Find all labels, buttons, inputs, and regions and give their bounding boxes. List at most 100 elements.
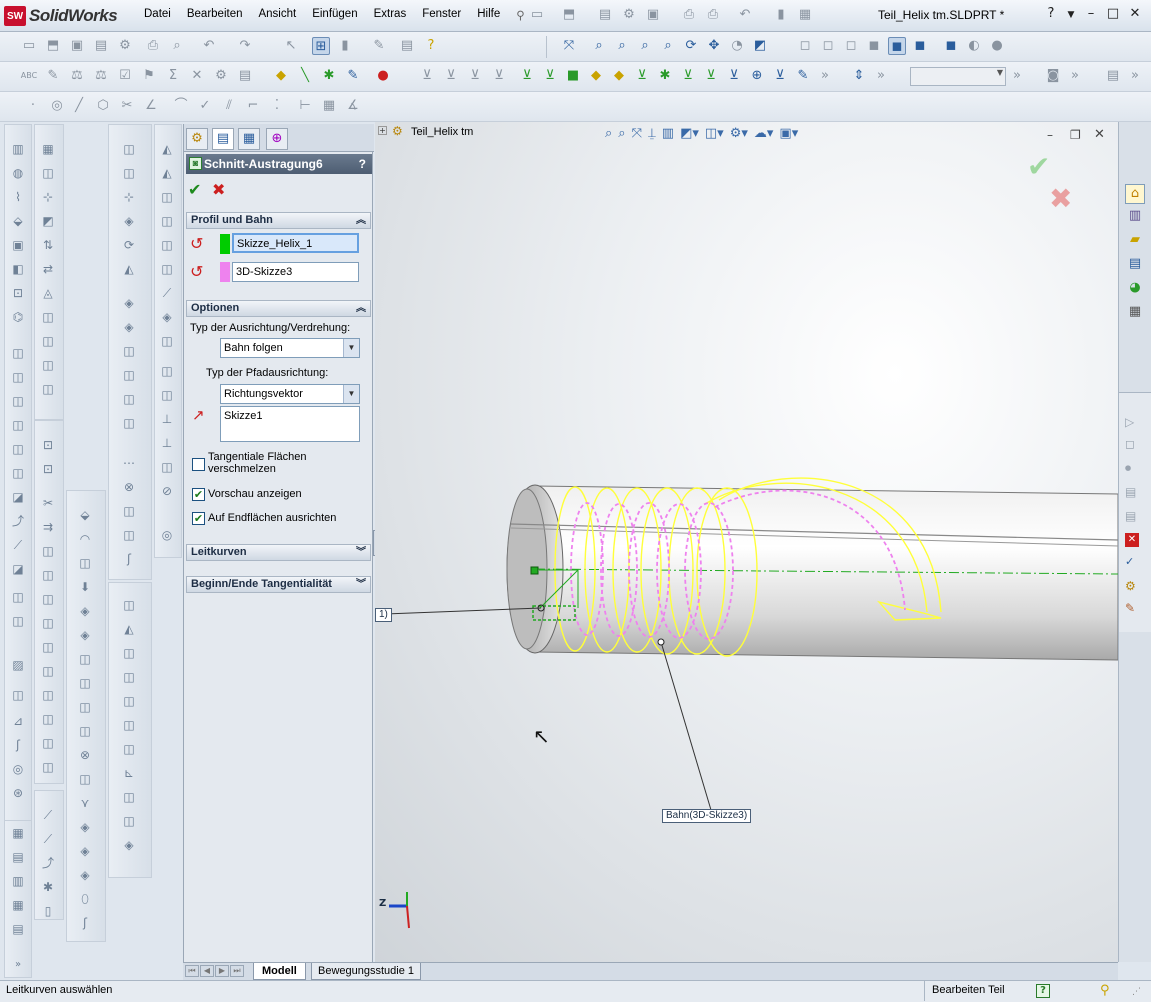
sketch-tool-23-icon[interactable]: ◫ xyxy=(38,709,58,729)
hud-hide-show-icon[interactable]: ◫▾ xyxy=(705,126,724,141)
hole-icon[interactable]: ◫ xyxy=(8,463,28,483)
mold-tool-7-icon[interactable]: ⟋ xyxy=(157,283,177,303)
mold-tool-15-icon[interactable]: ⊘ xyxy=(157,481,177,501)
angle-icon[interactable]: ∡ xyxy=(344,97,362,115)
mold-tool-12-icon[interactable]: ⊥ xyxy=(157,409,177,429)
collapse-chevron-icon[interactable]: ︽ xyxy=(356,213,366,228)
sketch-tool-9-icon[interactable]: ◫ xyxy=(38,331,58,351)
sketch-tool-8-icon[interactable]: ◫ xyxy=(38,307,58,327)
filter-surface-icon[interactable]: ⊻ xyxy=(771,67,789,85)
status-help-icon[interactable]: ? xyxy=(1036,984,1050,998)
line-icon[interactable]: ╱ xyxy=(70,97,88,115)
sketch-tool-17-icon[interactable]: ◫ xyxy=(38,565,58,585)
macro-edit-icon[interactable]: ▤ xyxy=(1125,485,1136,499)
revolve-icon[interactable]: ◍ xyxy=(8,163,28,183)
file-explorer-icon[interactable]: ▰ xyxy=(1125,232,1145,252)
sweep-icon[interactable]: ⌇ xyxy=(8,187,28,207)
filter-axis-icon[interactable]: ◆ xyxy=(610,67,628,85)
property-manager-tab-icon[interactable]: ▤ xyxy=(212,128,234,150)
addin-2-icon[interactable]: ✎ xyxy=(1125,601,1135,615)
hud-zoom-area-icon[interactable]: ⌕ xyxy=(618,126,625,141)
print-icon[interactable]: ▤ xyxy=(596,6,614,24)
deform-icon[interactable]: ◪ xyxy=(8,559,28,579)
record-icon[interactable]: ● xyxy=(374,67,392,85)
minimize-icon[interactable]: – xyxy=(1082,6,1100,24)
cut-sweep-icon[interactable]: ⌬ xyxy=(8,307,28,327)
surface-tool-18-icon[interactable]: ʃ xyxy=(75,913,95,933)
surface-tool-14-icon[interactable]: ◈ xyxy=(75,817,95,837)
rib-icon[interactable]: ◫ xyxy=(8,391,28,411)
surface-tool-4-icon[interactable]: ⬇ xyxy=(75,577,95,597)
tab-first-icon[interactable]: ⏮ xyxy=(185,965,199,977)
tab-motion-study[interactable]: Bewegungsstudie 1 xyxy=(311,963,422,980)
sketch-tool-5-icon[interactable]: ⇅ xyxy=(38,235,58,255)
sm-tool-11-icon[interactable]: ◫ xyxy=(119,389,139,409)
filter-3-icon[interactable]: ⊻ xyxy=(466,67,484,85)
open-icon[interactable]: ⬒ xyxy=(560,6,578,24)
app-logo[interactable]: SW SolidWorks xyxy=(4,4,118,28)
boundary-icon[interactable]: ▣ xyxy=(8,235,28,255)
menu-datei[interactable]: Datei xyxy=(136,6,179,26)
view-orientation-icon[interactable]: ⤧ xyxy=(560,37,578,55)
rectangle-icon[interactable]: ⌐ xyxy=(244,97,262,115)
view-palette-icon[interactable]: ▤ xyxy=(1125,256,1145,276)
mold-tool-6-icon[interactable]: ◫ xyxy=(157,259,177,279)
surface-tool-2-icon[interactable]: ◠ xyxy=(75,529,95,549)
offset-icon[interactable]: ⌒ xyxy=(172,97,190,115)
cut-extrude-icon[interactable]: ◧ xyxy=(8,259,28,279)
dome-icon[interactable]: ⤴ xyxy=(8,511,28,531)
tab-model[interactable]: Modell xyxy=(253,963,306,980)
weld-tool-7-icon[interactable]: ◫ xyxy=(119,739,139,759)
sketch-tool-15-icon[interactable]: ⇉ xyxy=(38,517,58,537)
profile-callout[interactable]: 1) xyxy=(375,608,392,622)
weld-tool-6-icon[interactable]: ◫ xyxy=(119,715,139,735)
sketch-tool-30-icon[interactable]: ▯ xyxy=(38,901,58,921)
print-doc-icon[interactable]: ⎙ xyxy=(144,37,162,55)
status-notify-icon[interactable]: ⚲ xyxy=(1100,983,1110,998)
expand-left-icon[interactable]: » xyxy=(8,955,28,975)
weld-tool-4-icon[interactable]: ◫ xyxy=(119,667,139,687)
tool-4-icon[interactable]: ☑ xyxy=(116,67,134,85)
rebuild-toolbar-icon[interactable]: ▮ xyxy=(336,37,354,55)
undo-toolbar-icon[interactable]: ↶ xyxy=(200,37,218,55)
mold-tool-4-icon[interactable]: ◫ xyxy=(157,211,177,231)
help-dropdown-icon[interactable]: ▼ xyxy=(1062,6,1080,24)
undo-icon[interactable]: ↶ xyxy=(736,6,754,24)
toolbox-icon[interactable]: ▦ xyxy=(8,895,28,915)
preview-icon[interactable]: ⌕ xyxy=(168,37,186,55)
mold-tool-11-icon[interactable]: ◫ xyxy=(157,385,177,405)
new-document-icon[interactable]: ▭ xyxy=(528,6,546,24)
sm-tool-6-icon[interactable]: ◭ xyxy=(119,259,139,279)
save-icon[interactable]: ▣ xyxy=(644,6,662,24)
path-field[interactable]: 3D-Skizze3 xyxy=(232,262,359,282)
extend-icon[interactable]: ∠ xyxy=(142,97,160,115)
menu-extras[interactable]: Extras xyxy=(366,6,415,26)
sketch-tool-22-icon[interactable]: ◫ xyxy=(38,685,58,705)
weld-tool-5-icon[interactable]: ◫ xyxy=(119,691,139,711)
check-icon[interactable]: ✓ xyxy=(1125,555,1134,568)
toolbar-more-4-icon[interactable]: » xyxy=(1126,67,1144,85)
sm-tool-4-icon[interactable]: ◈ xyxy=(119,211,139,231)
filter-point-icon[interactable]: ✱ xyxy=(656,67,674,85)
roll-view-icon[interactable]: ◔ xyxy=(728,37,746,55)
hud-edit-appearance-icon[interactable]: ⚙▾ xyxy=(730,126,748,141)
zoom-in-out-icon[interactable]: ⌕ xyxy=(636,37,654,55)
macro-new-icon[interactable]: ▤ xyxy=(1125,509,1136,523)
design-library-icon[interactable]: ▥ xyxy=(1125,208,1145,228)
surface-tool-9-icon[interactable]: ◫ xyxy=(75,697,95,717)
grid-icon[interactable]: ▦ xyxy=(320,97,338,115)
help-icon[interactable]: ? xyxy=(1042,6,1060,24)
design-table-icon[interactable]: ▤ xyxy=(8,847,28,867)
printer-icon[interactable]: ⎙ xyxy=(704,6,722,24)
surface-tool-6-icon[interactable]: ◈ xyxy=(75,625,95,645)
mold-tool-2-icon[interactable]: ◭ xyxy=(157,163,177,183)
edit-sketch-icon[interactable]: ✎ xyxy=(370,37,388,55)
path-orientation-select[interactable]: Richtungsvektor ▼ xyxy=(220,384,360,404)
split-line-icon[interactable]: ◫ xyxy=(8,685,28,705)
sketch-tool-2-icon[interactable]: ◫ xyxy=(38,163,58,183)
surface-tool-11-icon[interactable]: ⊗ xyxy=(75,745,95,765)
addin-icon[interactable]: ⚙ xyxy=(1125,579,1136,593)
tool-8-icon[interactable]: ▤ xyxy=(236,67,254,85)
sketch-tool-14-icon[interactable]: ✂ xyxy=(38,493,58,513)
library-icon[interactable]: ▥ xyxy=(8,871,28,891)
